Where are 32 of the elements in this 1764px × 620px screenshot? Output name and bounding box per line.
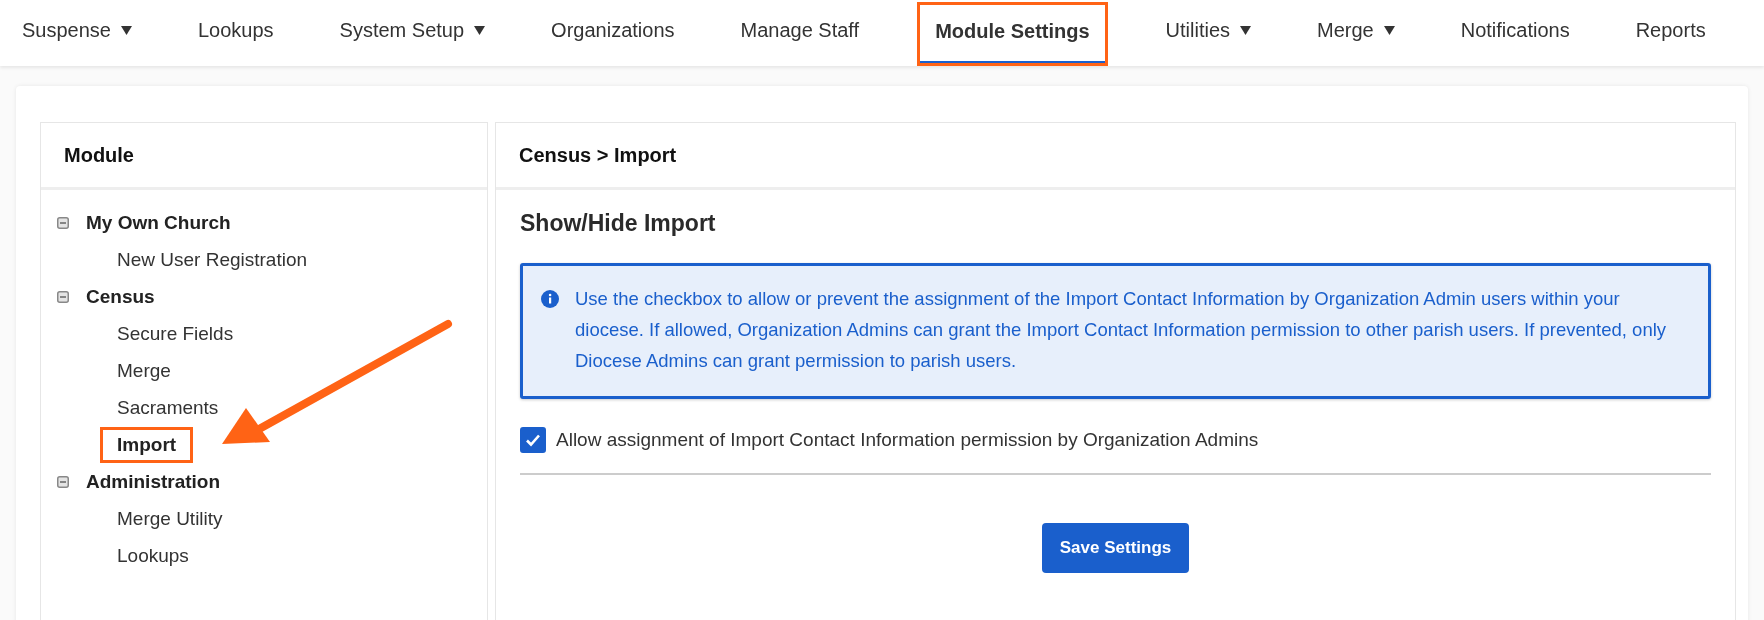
- collapse-icon[interactable]: [57, 290, 69, 303]
- nav-tab[interactable]: Notifications: [1452, 0, 1578, 66]
- save-button[interactable]: Save Settings: [1041, 523, 1190, 573]
- nav-tab[interactable]: Merge: [1309, 0, 1403, 66]
- nav-tab[interactable]: Utilities: [1157, 0, 1260, 66]
- tree-group[interactable]: My Own Church: [86, 211, 231, 234]
- breadcrumb: Census > Import: [496, 123, 1735, 190]
- collapse-icon[interactable]: [57, 216, 69, 229]
- tree-item[interactable]: Lookups: [117, 542, 189, 569]
- section-heading: Show/Hide Import: [520, 210, 717, 237]
- nav-tab[interactable]: Lookups: [189, 0, 282, 66]
- tree-group[interactable]: Census: [86, 285, 155, 308]
- nav-tab[interactable]: Suspense: [14, 0, 140, 66]
- tree-item[interactable]: Merge Utility: [117, 505, 223, 532]
- nav-tab[interactable]: System Setup: [331, 0, 494, 66]
- checkbox[interactable]: [520, 427, 546, 453]
- nav-tab[interactable]: Reports: [1627, 0, 1714, 66]
- info-text: Use the checkbox to allow or prevent the assignment of the Import Contact Information by Organization Admin users within your diocese. If allowed, Organization Admins can grant the Import Contact Information permission to other parish users. If prevented, only Diocese Admins can grant permission to parish users.: [575, 287, 1668, 373]
- tree-group[interactable]: Administration: [86, 470, 221, 493]
- tree-item[interactable]: Secure Fields: [117, 320, 234, 347]
- nav-tab[interactable]: Manage Staff: [732, 0, 868, 66]
- panel-title: Module: [41, 123, 487, 190]
- tree-item[interactable]: New User Registration: [117, 246, 308, 273]
- tree-item[interactable]: Import: [103, 429, 191, 460]
- info-icon: [541, 290, 559, 308]
- tree-item[interactable]: Sacraments: [117, 394, 219, 421]
- checkbox-label: Allow assignment of Import Contact Information permission by Organization Admins: [556, 429, 1259, 451]
- check-icon: [525, 432, 541, 448]
- collapse-icon[interactable]: [57, 475, 69, 488]
- tree-item[interactable]: Merge: [117, 357, 171, 384]
- nav-tab[interactable]: Module Settings: [917, 2, 1108, 66]
- nav-tab[interactable]: Organizations: [543, 0, 683, 66]
